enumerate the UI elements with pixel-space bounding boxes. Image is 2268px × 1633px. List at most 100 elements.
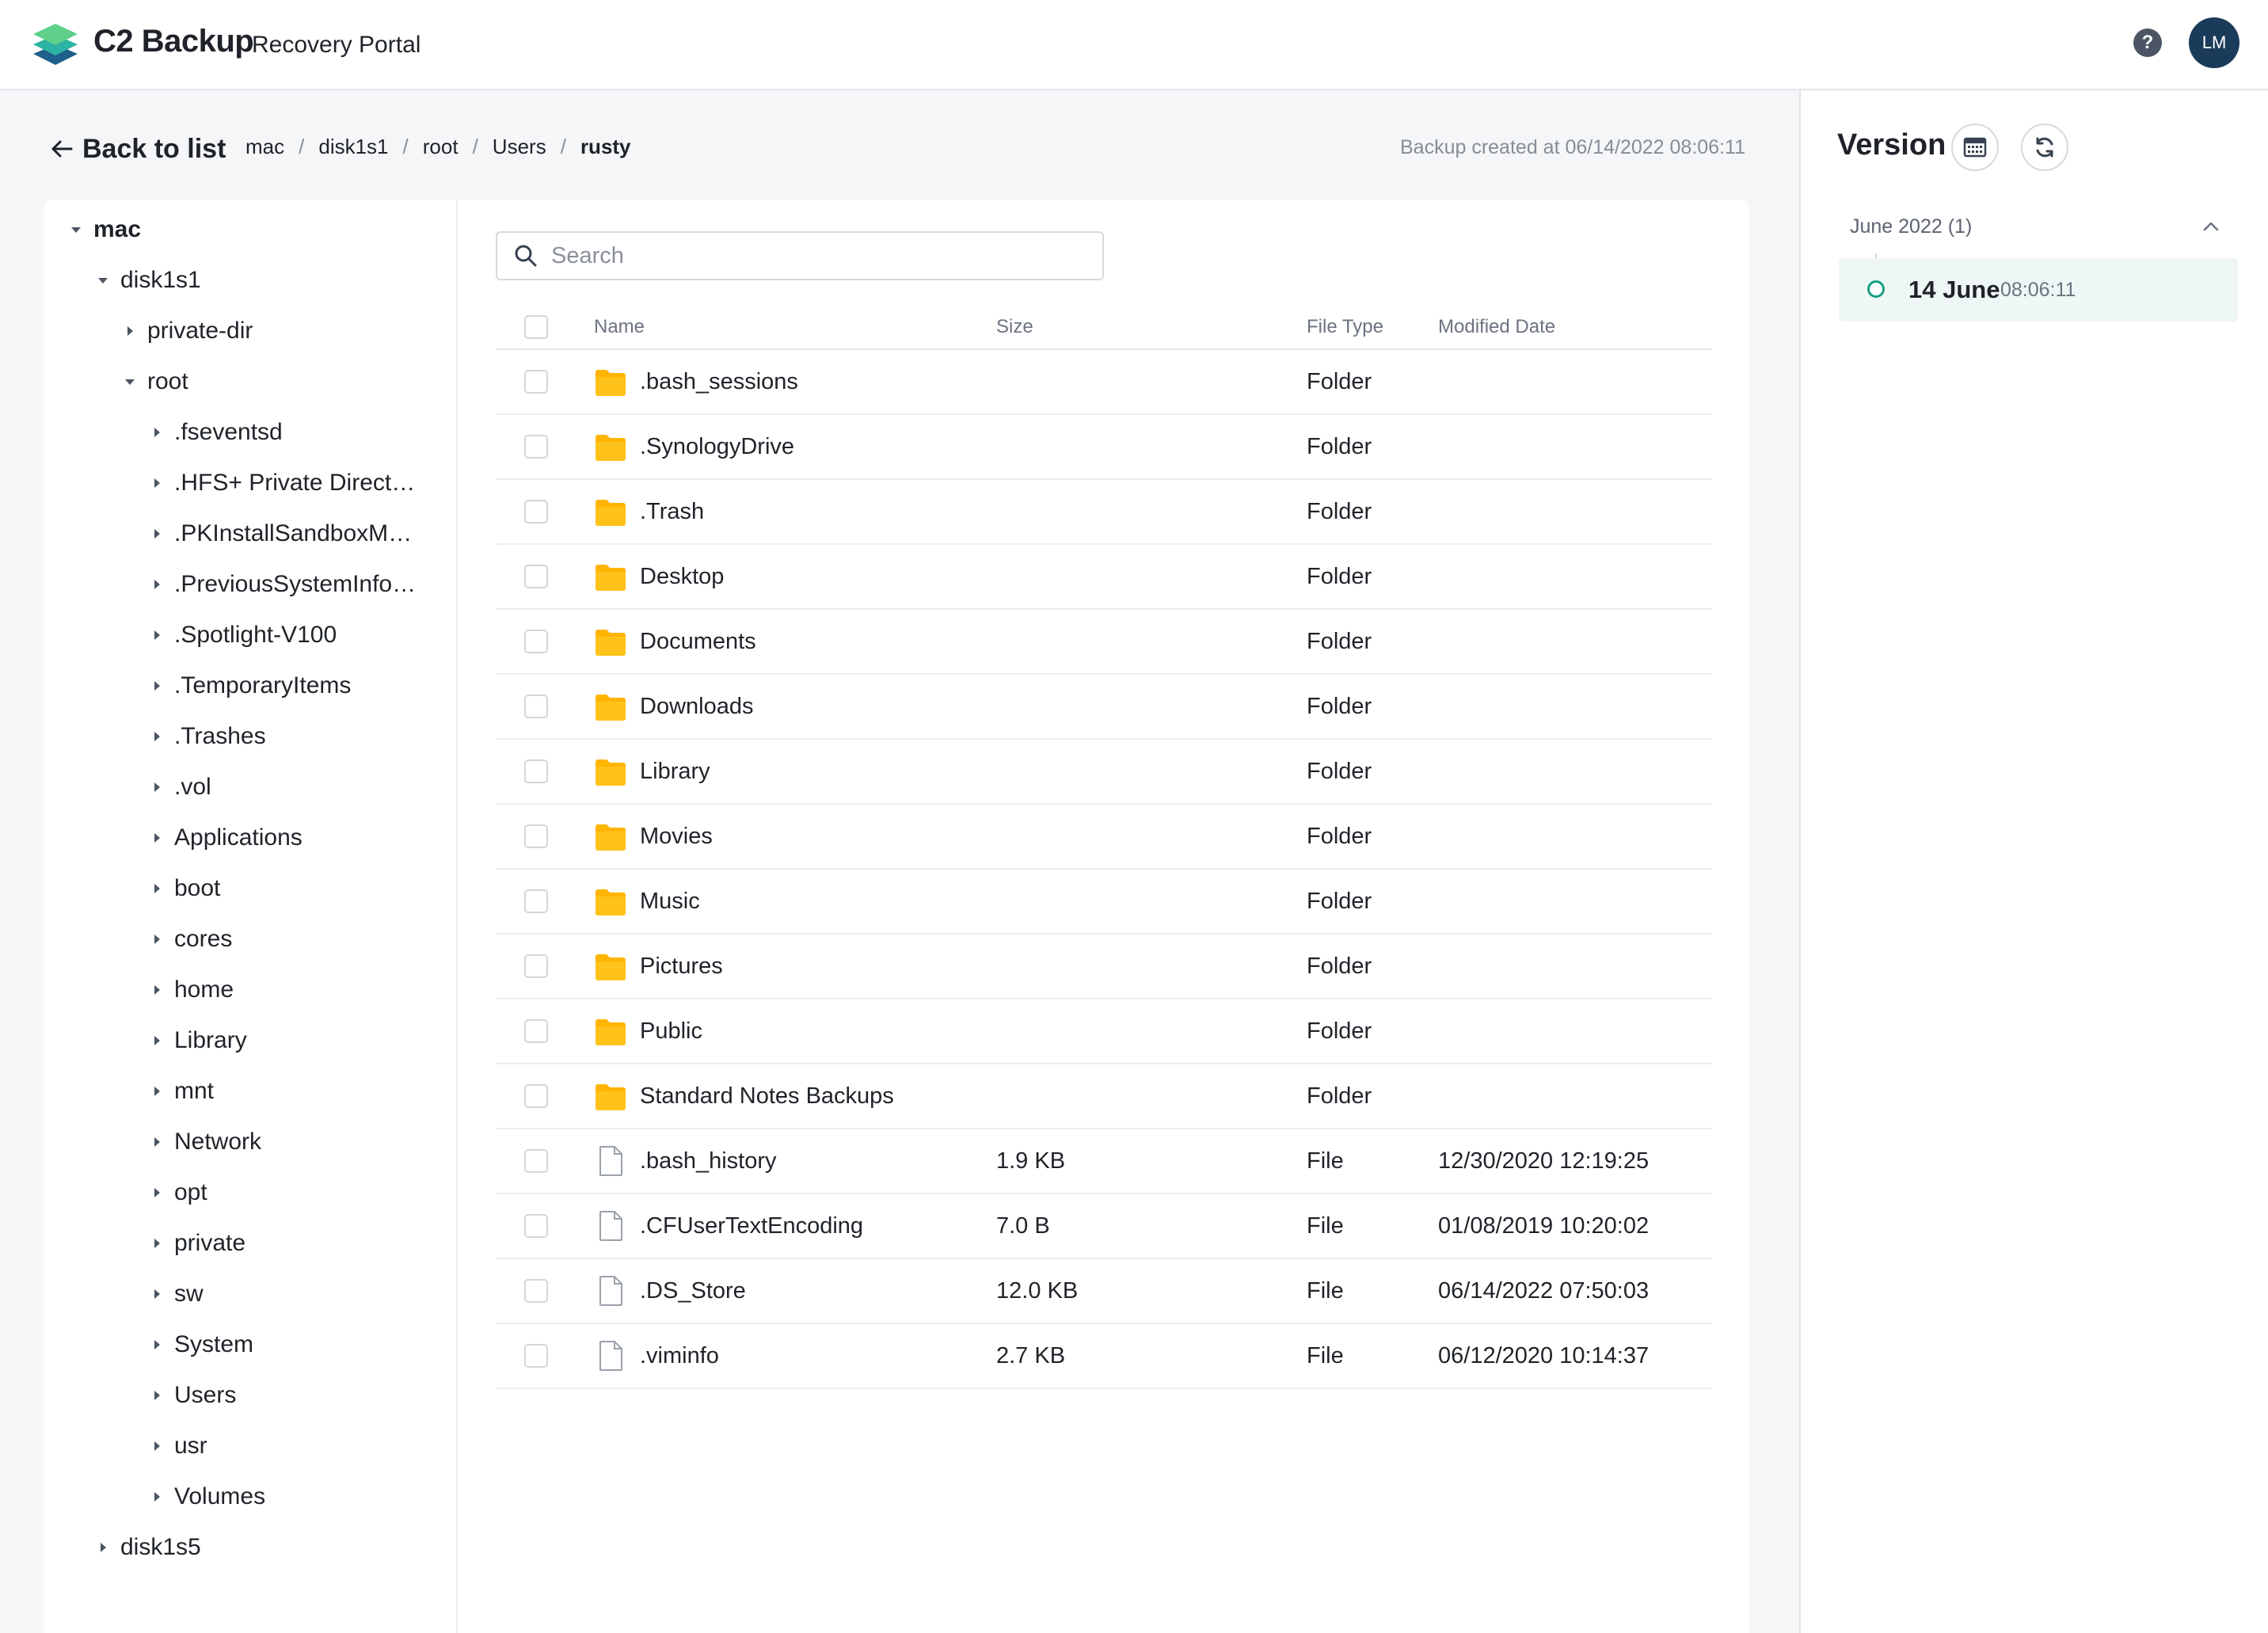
table-row[interactable]: .CFUserTextEncoding 7.0 B File 01/08/2019 1… bbox=[496, 1194, 1712, 1259]
row-name-cell[interactable]: Movies bbox=[594, 805, 713, 868]
caret-right-icon[interactable] bbox=[147, 676, 166, 695]
caret-right-icon[interactable] bbox=[147, 828, 166, 847]
tree-node[interactable]: mnt bbox=[147, 1075, 214, 1107]
table-row[interactable]: Standard Notes Backups Folder bbox=[496, 1064, 1712, 1129]
caret-right-icon[interactable] bbox=[147, 1031, 166, 1050]
caret-right-icon[interactable] bbox=[147, 1132, 166, 1151]
caret-right-icon[interactable] bbox=[147, 1234, 166, 1253]
row-checkbox[interactable] bbox=[524, 500, 548, 523]
row-name-cell[interactable]: .CFUserTextEncoding bbox=[594, 1194, 863, 1258]
column-header-modified-date[interactable]: Modified Date bbox=[1438, 306, 1555, 348]
question-circle-icon[interactable]: ? bbox=[2133, 29, 2162, 57]
tree-node[interactable]: Applications bbox=[147, 822, 303, 854]
tree-node[interactable]: .Spotlight-V100 bbox=[147, 619, 337, 651]
refresh-button[interactable] bbox=[2021, 124, 2068, 171]
tree-node[interactable]: Volumes bbox=[147, 1481, 265, 1513]
caret-right-icon[interactable] bbox=[147, 1285, 166, 1304]
row-checkbox[interactable] bbox=[524, 1019, 548, 1043]
tree-node[interactable]: mac bbox=[67, 214, 141, 246]
caret-right-icon[interactable] bbox=[147, 1437, 166, 1456]
tree-node[interactable]: .PreviousSystemInfo… bbox=[147, 569, 416, 600]
caret-down-icon[interactable] bbox=[93, 271, 112, 290]
tree-node[interactable]: private bbox=[147, 1228, 245, 1259]
month-group-header[interactable]: June 2022 (1) bbox=[1850, 209, 2222, 244]
row-checkbox[interactable] bbox=[524, 1344, 548, 1368]
calendar-button[interactable] bbox=[1951, 124, 1999, 171]
row-name-cell[interactable]: Pictures bbox=[594, 935, 723, 998]
row-name-cell[interactable]: Library bbox=[594, 740, 710, 803]
row-checkbox[interactable] bbox=[524, 1214, 548, 1238]
tree-node[interactable]: usr bbox=[147, 1430, 207, 1462]
table-row[interactable]: Movies Folder bbox=[496, 805, 1712, 870]
column-header-file-type[interactable]: File Type bbox=[1307, 306, 1383, 348]
tree-node[interactable]: Network bbox=[147, 1126, 261, 1158]
table-row[interactable]: Library Folder bbox=[496, 740, 1712, 805]
caret-right-icon[interactable] bbox=[147, 1487, 166, 1506]
select-all-checkbox[interactable] bbox=[524, 315, 548, 339]
row-name-cell[interactable]: .bash_sessions bbox=[594, 350, 798, 413]
row-checkbox[interactable] bbox=[524, 695, 548, 718]
caret-right-icon[interactable] bbox=[147, 879, 166, 898]
search-input[interactable] bbox=[550, 242, 1060, 270]
table-row[interactable]: Downloads Folder bbox=[496, 675, 1712, 740]
row-checkbox[interactable] bbox=[524, 630, 548, 653]
caret-right-icon[interactable] bbox=[147, 980, 166, 999]
caret-right-icon[interactable] bbox=[147, 930, 166, 949]
tree-node[interactable]: .Trashes bbox=[147, 721, 266, 752]
caret-right-icon[interactable] bbox=[147, 1386, 166, 1405]
table-row[interactable]: .bash_sessions Folder bbox=[496, 350, 1712, 415]
row-name-cell[interactable]: Downloads bbox=[594, 675, 753, 738]
caret-right-icon[interactable] bbox=[147, 778, 166, 797]
caret-right-icon[interactable] bbox=[147, 524, 166, 543]
tree-node[interactable]: home bbox=[147, 974, 234, 1006]
caret-right-icon[interactable] bbox=[93, 1538, 112, 1557]
row-checkbox[interactable] bbox=[524, 759, 548, 783]
tree-node[interactable]: boot bbox=[147, 873, 220, 904]
table-row[interactable]: Public Folder bbox=[496, 999, 1712, 1064]
breadcrumb-item-mac[interactable]: mac bbox=[245, 135, 284, 159]
version-entry[interactable]: 14 June 08:06:11 bbox=[1839, 258, 2238, 322]
row-checkbox[interactable] bbox=[524, 435, 548, 459]
search-field[interactable] bbox=[496, 231, 1104, 280]
tree-node[interactable]: System bbox=[147, 1329, 253, 1361]
caret-right-icon[interactable] bbox=[120, 322, 139, 341]
tree-node[interactable]: .fseventsd bbox=[147, 417, 283, 448]
tree-node[interactable]: .vol bbox=[147, 771, 211, 803]
row-name-cell[interactable]: .Trash bbox=[594, 480, 704, 543]
tree-node[interactable]: .PKInstallSandboxM… bbox=[147, 518, 412, 550]
caret-right-icon[interactable] bbox=[147, 423, 166, 442]
table-row[interactable]: Desktop Folder bbox=[496, 545, 1712, 610]
breadcrumb-item-root[interactable]: root bbox=[423, 135, 459, 159]
row-name-cell[interactable]: Music bbox=[594, 870, 700, 933]
tree-node[interactable]: Library bbox=[147, 1025, 247, 1056]
row-checkbox[interactable] bbox=[524, 370, 548, 394]
row-name-cell[interactable]: Public bbox=[594, 999, 702, 1063]
row-name-cell[interactable]: .bash_history bbox=[594, 1129, 777, 1193]
table-row[interactable]: Documents Folder bbox=[496, 610, 1712, 675]
caret-right-icon[interactable] bbox=[147, 1183, 166, 1202]
caret-right-icon[interactable] bbox=[147, 575, 166, 594]
row-checkbox[interactable] bbox=[524, 1149, 548, 1173]
tree-node[interactable]: cores bbox=[147, 923, 232, 955]
row-name-cell[interactable]: .DS_Store bbox=[594, 1259, 746, 1323]
caret-down-icon[interactable] bbox=[67, 220, 86, 239]
breadcrumb-item-disk1s1[interactable]: disk1s1 bbox=[318, 135, 388, 159]
breadcrumb-item-users[interactable]: Users bbox=[493, 135, 546, 159]
table-row[interactable]: Music Folder bbox=[496, 870, 1712, 935]
tree-node[interactable]: disk1s1 bbox=[93, 265, 201, 296]
row-name-cell[interactable]: .SynologyDrive bbox=[594, 415, 794, 478]
row-checkbox[interactable] bbox=[524, 889, 548, 913]
row-name-cell[interactable]: Standard Notes Backups bbox=[594, 1064, 894, 1128]
row-checkbox[interactable] bbox=[524, 824, 548, 848]
tree-node[interactable]: Users bbox=[147, 1380, 236, 1411]
row-name-cell[interactable]: Desktop bbox=[594, 545, 724, 608]
table-row[interactable]: .viminfo 2.7 KB File 06/12/2020 10:14:37 bbox=[496, 1324, 1712, 1389]
tree-node[interactable]: root bbox=[120, 366, 188, 398]
tree-node[interactable]: sw bbox=[147, 1278, 204, 1310]
table-row[interactable]: .Trash Folder bbox=[496, 480, 1712, 545]
row-checkbox[interactable] bbox=[524, 954, 548, 978]
caret-right-icon[interactable] bbox=[147, 626, 166, 645]
caret-right-icon[interactable] bbox=[147, 474, 166, 493]
tree-node[interactable]: .HFS+ Private Direct… bbox=[147, 467, 415, 499]
column-header-size[interactable]: Size bbox=[996, 306, 1033, 348]
